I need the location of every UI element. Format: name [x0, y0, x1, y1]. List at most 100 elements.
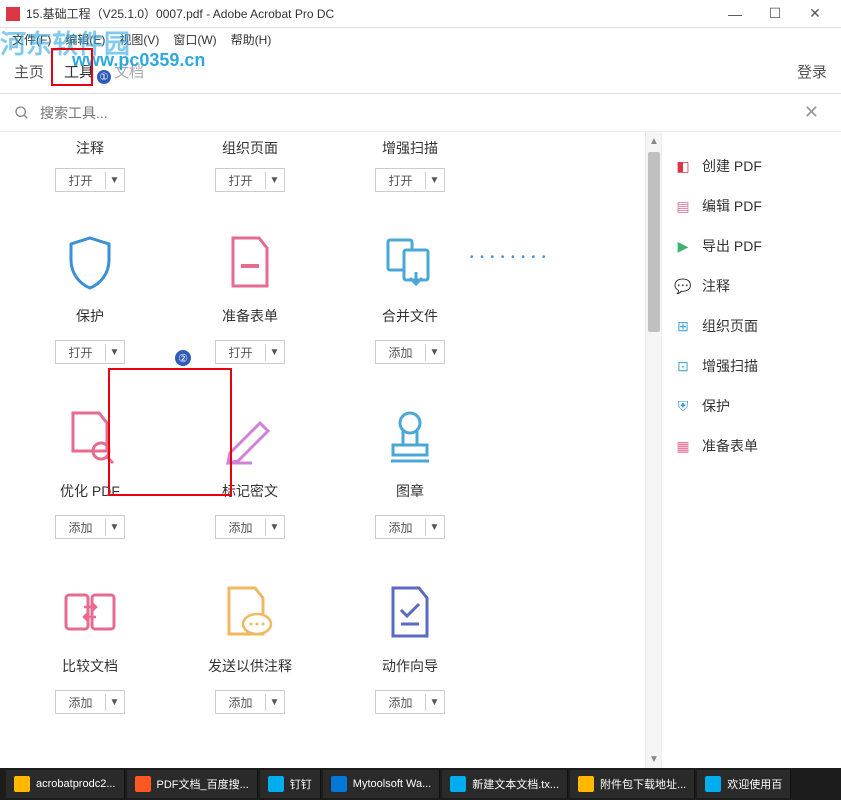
- chevron-down-icon[interactable]: ▼: [266, 175, 284, 186]
- tool-label: 组织页面: [222, 138, 278, 158]
- taskbar-item[interactable]: 钉钉: [260, 770, 321, 798]
- sidebar-item-6[interactable]: ⛨ 保护: [674, 386, 829, 426]
- tool-action-button[interactable]: 打开▼: [215, 340, 284, 364]
- taskbar-app-icon: [578, 776, 594, 792]
- marker-2: ②: [175, 350, 191, 366]
- tool-compare[interactable]: 比较文档 添加▼: [10, 564, 170, 739]
- chevron-down-icon[interactable]: ▼: [106, 347, 124, 358]
- scrollbar-thumb[interactable]: [648, 152, 660, 332]
- tool-label: 优化 PDF: [60, 481, 120, 501]
- vertical-scrollbar[interactable]: ▲ ▼: [645, 132, 661, 768]
- sidebar-icon: ⊞: [674, 317, 692, 335]
- tool-action-button[interactable]: 添加▼: [215, 515, 284, 539]
- menu-window[interactable]: 窗口(W): [167, 29, 222, 50]
- scroll-down-icon[interactable]: ▼: [649, 754, 659, 764]
- tool-label: 注释: [76, 138, 104, 158]
- sidebar-item-3[interactable]: 💬注释: [674, 266, 829, 306]
- chevron-down-icon[interactable]: ▼: [266, 522, 284, 533]
- sidebar-item-1[interactable]: ▤编辑 PDF: [674, 186, 829, 226]
- tool-shield[interactable]: 保护 打开▼: [10, 214, 170, 389]
- sidebar-item-7[interactable]: ▦ 准备表单: [674, 426, 829, 466]
- stamp-icon: [382, 409, 438, 465]
- taskbar-item[interactable]: 欢迎使用百: [697, 770, 791, 798]
- close-button[interactable]: ✕: [795, 1, 835, 27]
- sidebar-label: 组织页面: [702, 316, 758, 336]
- tool-open-button[interactable]: 打开▼: [55, 168, 124, 192]
- sidebar-icon: 💬: [674, 277, 692, 295]
- combine-icon: [382, 234, 438, 290]
- taskbar-item[interactable]: acrobatprodc2...: [6, 770, 125, 798]
- maximize-button[interactable]: ☐: [755, 1, 795, 27]
- minimize-button[interactable]: —: [715, 1, 755, 27]
- pdf-app-icon: [6, 7, 20, 21]
- tool-open-button[interactable]: 打开▼: [215, 168, 284, 192]
- tool-action-button[interactable]: 添加▼: [55, 690, 124, 714]
- tool-form[interactable]: 准备表单 打开▼: [170, 214, 330, 389]
- taskbar-label: 附件包下载地址...: [600, 776, 686, 792]
- taskbar-app-icon: [331, 776, 347, 792]
- sidebar-icon: ▦: [674, 437, 692, 455]
- search-icon: [14, 105, 30, 121]
- redact-icon: [222, 409, 278, 465]
- tool-label: 发送以供注释: [208, 656, 292, 676]
- tool-label: 保护: [76, 306, 104, 326]
- tool-action-button[interactable]: 添加▼: [215, 690, 284, 714]
- chevron-down-icon[interactable]: ▼: [106, 697, 124, 708]
- tool-action-button[interactable]: 打开▼: [55, 340, 124, 364]
- taskbar-item[interactable]: Mytoolsoft Wa...: [323, 770, 440, 798]
- chevron-down-icon[interactable]: ▼: [426, 347, 444, 358]
- tool-comment[interactable]: 注释 打开▼: [10, 138, 170, 208]
- chevron-down-icon[interactable]: ▼: [106, 522, 124, 533]
- tool-label: 标记密文: [222, 481, 278, 501]
- tool-label: 图章: [396, 481, 424, 501]
- taskbar-item[interactable]: 附件包下载地址...: [570, 770, 695, 798]
- tool-redact[interactable]: 标记密文 添加▼: [170, 389, 330, 564]
- tool-action[interactable]: 动作向导 添加▼: [330, 564, 490, 739]
- chevron-down-icon[interactable]: ▼: [266, 697, 284, 708]
- clear-search-icon[interactable]: ✕: [796, 102, 827, 123]
- tool-action-button[interactable]: 添加▼: [375, 690, 444, 714]
- taskbar-app-icon: [705, 776, 721, 792]
- compare-icon: [62, 584, 118, 640]
- tool-send[interactable]: 发送以供注释 添加▼: [170, 564, 330, 739]
- windows-taskbar: acrobatprodc2...PDF文档_百度搜...钉钉Mytoolsoft…: [0, 768, 841, 800]
- sidebar-label: 保护: [702, 396, 730, 416]
- sidebar-label: 准备表单: [702, 436, 758, 456]
- chevron-down-icon[interactable]: ▼: [426, 522, 444, 533]
- optimize-icon: [62, 409, 118, 465]
- scroll-up-icon[interactable]: ▲: [649, 136, 659, 146]
- shield-icon: [62, 234, 118, 290]
- chevron-down-icon[interactable]: ▼: [106, 175, 124, 186]
- action-icon: [382, 584, 438, 640]
- chevron-down-icon[interactable]: ▼: [266, 347, 284, 358]
- tool-action-button[interactable]: 添加▼: [55, 515, 124, 539]
- tool-combine[interactable]: 合并文件 添加▼: [330, 214, 490, 389]
- sidebar-item-0[interactable]: ◧创建 PDF: [674, 146, 829, 186]
- taskbar-label: 新建文本文档.tx...: [472, 776, 559, 792]
- tool-organize[interactable]: 组织页面 打开▼: [170, 138, 330, 208]
- tool-action-button[interactable]: 添加▼: [375, 515, 444, 539]
- sidebar-icon: ⛨: [674, 397, 692, 415]
- sidebar-label: 创建 PDF: [702, 156, 762, 176]
- sidebar-icon: ⊡: [674, 357, 692, 375]
- taskbar-item[interactable]: PDF文档_百度搜...: [127, 770, 258, 798]
- login-link[interactable]: 登录: [797, 61, 827, 82]
- tool-open-button[interactable]: 打开▼: [375, 168, 444, 192]
- tool-optimize[interactable]: 优化 PDF 添加▼: [10, 389, 170, 564]
- tool-action-button[interactable]: 添加▼: [375, 340, 444, 364]
- sidebar-item-4[interactable]: ⊞ 组织页面: [674, 306, 829, 346]
- sidebar-item-5[interactable]: ⊡增强扫描: [674, 346, 829, 386]
- tools-content: • • • • • • • • 注释 打开▼ 组织页面 打开▼ 增强扫描 打开▼…: [0, 132, 645, 768]
- search-input[interactable]: [40, 105, 796, 121]
- right-sidebar: ◧创建 PDF▤编辑 PDF▶导出 PDF💬注释 ⊞ 组织页面 ⊡增强扫描 ⛨ 保护 ▦ 准备…: [661, 132, 841, 768]
- tool-enhance-scan[interactable]: 增强扫描 打开▼: [330, 138, 490, 208]
- tool-stamp[interactable]: 图章 添加▼: [330, 389, 490, 564]
- form-icon: [222, 234, 278, 290]
- taskbar-label: 欢迎使用百: [727, 776, 782, 792]
- menu-help[interactable]: 帮助(H): [225, 29, 278, 50]
- chevron-down-icon[interactable]: ▼: [426, 175, 444, 186]
- sidebar-item-2[interactable]: ▶导出 PDF: [674, 226, 829, 266]
- taskbar-item[interactable]: 新建文本文档.tx...: [442, 770, 568, 798]
- chevron-down-icon[interactable]: ▼: [426, 697, 444, 708]
- nav-home[interactable]: 主页: [14, 61, 44, 82]
